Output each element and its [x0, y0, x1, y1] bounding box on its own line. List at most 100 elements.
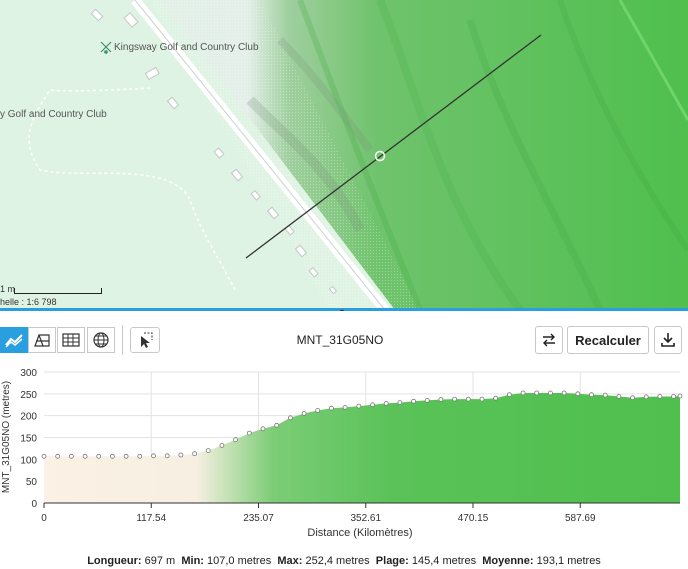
data-point[interactable]: [219, 443, 225, 448]
data-point[interactable]: [602, 392, 608, 398]
x-tick-label: 235.07: [243, 513, 274, 524]
data-point[interactable]: [383, 401, 389, 406]
table-icon: [62, 333, 80, 347]
data-point[interactable]: [192, 451, 198, 457]
x-tick-label: 0: [41, 513, 47, 524]
data-point[interactable]: [561, 390, 567, 396]
select-cursor-icon: [141, 332, 153, 348]
data-point[interactable]: [260, 426, 266, 432]
recalculate-button[interactable]: Recalculer: [567, 326, 649, 354]
data-point[interactable]: [287, 415, 293, 421]
length-value: 697 m: [144, 555, 176, 567]
data-point[interactable]: [493, 395, 499, 401]
download-icon: [661, 333, 675, 347]
y-tick-label: 200: [20, 412, 37, 423]
data-point[interactable]: [82, 453, 88, 459]
data-point[interactable]: [438, 397, 444, 402]
data-point[interactable]: [465, 396, 471, 402]
data-point[interactable]: [356, 403, 362, 409]
data-point[interactable]: [677, 393, 683, 399]
data-point[interactable]: [411, 398, 417, 404]
slope-map-button[interactable]: [28, 327, 56, 353]
data-point[interactable]: [479, 396, 485, 402]
globe-icon: [93, 332, 109, 348]
data-point[interactable]: [534, 390, 540, 396]
mean-label: Moyenne:: [482, 555, 534, 567]
min-value: 107,0 metres: [207, 555, 272, 567]
range-label: Plage:: [375, 555, 409, 567]
data-point[interactable]: [301, 411, 307, 416]
data-point[interactable]: [178, 452, 184, 458]
data-point[interactable]: [110, 453, 115, 459]
data-point[interactable]: [69, 453, 74, 459]
swap-arrows-icon: [543, 333, 555, 347]
mean-value: 193,1 metres: [536, 555, 601, 567]
map-view[interactable]: Kingsway Golf and Country Club y Golf an…: [0, 0, 688, 310]
x-tick-label: 470.15: [458, 513, 489, 524]
data-point[interactable]: [233, 437, 239, 443]
golf-club-label-2: y Golf and Country Club: [0, 109, 107, 120]
swap-direction-button[interactable]: [535, 326, 563, 354]
data-point[interactable]: [246, 430, 252, 436]
y-tick-label: 250: [20, 390, 37, 401]
data-point[interactable]: [589, 392, 594, 398]
data-point[interactable]: [520, 390, 526, 396]
terrain-map[interactable]: [0, 0, 688, 310]
data-point[interactable]: [548, 390, 553, 396]
scale-ratio: helle : 1:6 798: [0, 297, 57, 307]
data-point[interactable]: [123, 453, 129, 459]
y-tick-label: 100: [20, 455, 37, 466]
data-point[interactable]: [274, 422, 280, 428]
data-point[interactable]: [137, 453, 143, 459]
download-button[interactable]: [654, 326, 682, 354]
data-point[interactable]: [616, 394, 622, 399]
golf-club-label: Kingsway Golf and Country Club: [114, 42, 259, 53]
y-tick-label: 50: [26, 477, 38, 488]
data-point[interactable]: [96, 453, 102, 459]
y-tick-label: 150: [20, 434, 37, 445]
range-value: 145,4 metres: [411, 555, 477, 567]
data-point[interactable]: [506, 392, 512, 398]
max-label: Max:: [277, 555, 303, 567]
data-point[interactable]: [657, 394, 663, 399]
data-point[interactable]: [55, 453, 61, 459]
data-point[interactable]: [370, 402, 375, 408]
elevation-area: [44, 393, 680, 503]
elevation-chart[interactable]: 0 50 100 150 200 250 300 0 117.54 235.07 352.61 47…: [0, 363, 688, 553]
x-axis-label: Distance (Kilomètres): [307, 527, 412, 539]
data-point[interactable]: [205, 448, 211, 453]
table-view-button[interactable]: [57, 327, 85, 353]
data-point[interactable]: [328, 405, 334, 411]
toolbar-separator: [122, 325, 123, 355]
y-axis-label: MNT_31G05NO (metres): [1, 381, 12, 493]
data-point[interactable]: [41, 453, 47, 459]
elevation-profile-panel: MNT_31G05NO Recalculer 0 50 100 150 200 250 30…: [0, 311, 688, 569]
length-label: Longueur:: [87, 555, 142, 567]
profile-statistics: Longueur: 697 m Min: 107,0 metres Max: 2…: [0, 555, 688, 567]
select-tool-button[interactable]: [130, 327, 160, 353]
data-point[interactable]: [397, 400, 403, 405]
profile-chart-button[interactable]: [0, 327, 28, 353]
x-tick-label: 117.54: [136, 513, 166, 524]
data-point[interactable]: [452, 396, 458, 402]
profile-chart-icon: [5, 334, 23, 348]
slope-icon: [34, 334, 50, 347]
globe-view-button[interactable]: [87, 327, 115, 353]
data-point[interactable]: [643, 394, 649, 400]
y-tick-label: 0: [31, 499, 37, 510]
data-point[interactable]: [424, 398, 430, 403]
data-point[interactable]: [671, 394, 676, 399]
data-point[interactable]: [575, 391, 581, 397]
max-value: 252,4 metres: [305, 555, 370, 567]
layer-title: MNT_31G05NO: [296, 333, 384, 347]
scale-distance: 1 m: [0, 284, 16, 294]
min-label: Min:: [181, 555, 204, 567]
data-point[interactable]: [630, 395, 635, 401]
scale-bar: [14, 288, 102, 294]
data-point[interactable]: [164, 453, 170, 459]
x-tick-label: 352.61: [350, 513, 381, 524]
data-point[interactable]: [315, 408, 321, 413]
data-point[interactable]: [342, 405, 348, 410]
x-tick-label: 587.69: [565, 513, 596, 524]
data-point[interactable]: [151, 453, 156, 459]
